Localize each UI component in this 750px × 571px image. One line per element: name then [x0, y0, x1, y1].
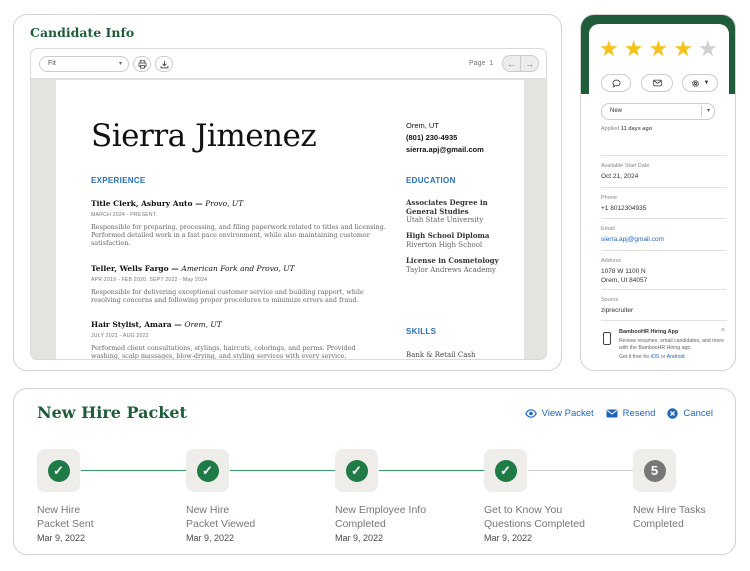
job-entry: Teller, Wells Fargo — American Fork and … — [91, 264, 386, 304]
cancel-button[interactable]: Cancel — [667, 408, 713, 419]
resume-viewer: Fit ▾ Page 1 ← → Sierra Jimenez Orem, UT… — [30, 48, 547, 360]
android-link[interactable]: Android — [667, 354, 685, 360]
chevron-down-icon: ▾ — [118, 61, 122, 67]
view-packet-button[interactable]: View Packet — [524, 408, 594, 419]
resume-name: Sierra Jimenez — [91, 118, 317, 154]
step-packet-viewed: ✓ New Hire Packet Viewed Mar 9, 2022 — [186, 449, 326, 543]
field-email: Email sierra.apj@gmail.com — [601, 218, 727, 245]
step-employee-info: ✓ New Employee Info Completed Mar 9, 2022 — [335, 449, 475, 543]
job-entry: Title Clerk, Asbury Auto — Provo, UT MAR… — [91, 199, 386, 248]
skills-heading: SKILLS — [406, 327, 437, 336]
job-title: Hair Stylist, Amara — Orem, UT — [91, 320, 222, 329]
candidate-info-title: Candidate Info — [30, 25, 135, 40]
job-title: Teller, Wells Fargo — American Fork and … — [91, 264, 295, 273]
job-dates: JULY 2021 - AUG 2022 — [91, 333, 149, 339]
step-new-hire-tasks: 5 New Hire Tasks Completed — [633, 449, 750, 531]
star-filled-icon[interactable]: ★ — [599, 38, 619, 60]
cancel-label: Cancel — [683, 408, 713, 419]
resume-page: Sierra Jimenez Orem, UT (801) 230-4935 s… — [56, 80, 524, 360]
experience-heading: EXPERIENCE — [91, 176, 146, 185]
page-indicator: Page 1 — [469, 60, 494, 67]
step-packet-sent: ✓ New Hire Packet Sent Mar 9, 2022 — [37, 449, 177, 543]
email-link[interactable]: sierra.apj@gmail.com — [601, 236, 727, 245]
comment-icon — [611, 79, 621, 88]
star-empty-icon[interactable]: ★ — [698, 38, 718, 60]
step-get-to-know-you: ✓ Get to Know You Questions Completed Mar… — [484, 449, 624, 543]
resume-location: Orem, UT — [406, 121, 439, 130]
packet-actions: View Packet Resend Cancel — [524, 408, 713, 419]
job-entry: Hair Stylist, Amara — Orem, UT JULY 2021… — [91, 320, 386, 360]
job-dates: MARCH 2024 - PRESENT — [91, 212, 157, 218]
resume-phone: (801) 230-4935 — [406, 133, 458, 142]
view-packet-label: View Packet — [541, 408, 594, 419]
job-description: Responsible for delivering exceptional c… — [91, 288, 364, 305]
field-start-date: Available Start Date Oct 21, 2024 — [601, 155, 727, 182]
close-circle-icon — [667, 408, 679, 419]
applied-ago: Applied 11 days ago — [601, 126, 653, 132]
comment-button[interactable] — [601, 74, 631, 92]
star-rating[interactable]: ★ ★ ★ ★ ★ — [599, 38, 718, 60]
eye-icon — [524, 409, 537, 418]
resume-contact: Orem, UT (801) 230-4935 sierra.apj@gmail… — [406, 120, 484, 156]
settings-menu-button[interactable]: ▼ — [682, 74, 718, 92]
education-entry: High School Diploma Riverton High School — [406, 231, 490, 249]
job-dates: APR 2019 - FEB 2020, SEPT 2022 - May 202… — [91, 277, 208, 283]
mail-icon — [652, 79, 662, 87]
gear-icon — [691, 79, 699, 87]
job-title: Title Clerk, Asbury Auto — Provo, UT — [91, 199, 244, 208]
prev-page-icon[interactable]: ← — [503, 56, 521, 71]
step-number-badge: 5 — [643, 459, 666, 482]
chevron-down-icon: ▼ — [703, 80, 710, 86]
print-button[interactable] — [133, 56, 151, 72]
star-filled-icon[interactable]: ★ — [624, 38, 644, 60]
star-filled-icon[interactable]: ★ — [648, 38, 668, 60]
close-icon[interactable]: × — [721, 327, 725, 334]
resume-email: sierra.apj@gmail.com — [406, 145, 484, 154]
education-heading: EDUCATION — [406, 176, 456, 185]
download-button[interactable] — [155, 56, 173, 72]
new-hire-packet-card: New Hire Packet View Packet Resend Cance… — [13, 388, 736, 555]
hiring-app-promo: BambooHR Hiring App Review resumes, emai… — [601, 320, 727, 360]
resend-button[interactable]: Resend — [606, 408, 656, 419]
zoom-value: Fit — [48, 60, 56, 67]
print-icon — [137, 59, 147, 69]
job-description: Performed client consultations, stylings… — [91, 344, 356, 360]
star-filled-icon[interactable]: ★ — [673, 38, 693, 60]
status-select[interactable]: New ▾ — [601, 103, 715, 120]
skill-item: Bank & Retail Cash — [406, 351, 476, 359]
check-icon: ✓ — [494, 459, 517, 482]
check-icon: ✓ — [345, 459, 368, 482]
new-hire-packet-title: New Hire Packet — [37, 403, 187, 422]
resend-label: Resend — [622, 408, 656, 419]
chevron-down-icon: ▾ — [706, 108, 710, 114]
rating-box: ★ ★ ★ ★ ★ ▼ — [589, 24, 729, 104]
next-page-icon[interactable]: → — [521, 56, 538, 71]
mail-icon — [606, 409, 618, 418]
email-button[interactable] — [641, 74, 673, 92]
check-icon: ✓ — [47, 459, 70, 482]
page-nav: ← → — [502, 55, 539, 72]
status-value: New — [610, 108, 623, 114]
zoom-select[interactable]: Fit ▾ — [39, 56, 129, 72]
education-entry: Associates Degree in General Studies Uta… — [406, 198, 488, 224]
field-phone: Phone +1 8012304935 — [601, 187, 727, 214]
download-icon — [160, 60, 168, 68]
viewer-toolbar: Fit ▾ Page 1 ← → — [31, 49, 546, 79]
field-address: Address 1078 W 1100 N Orem, Ut 84057 — [601, 250, 727, 285]
candidate-info-card: Candidate Info Fit ▾ Page 1 ← → Sierra J… — [13, 14, 562, 371]
education-entry: License in Cosmetology Taylor Andrews Ac… — [406, 256, 499, 274]
candidate-side-panel: ★ ★ ★ ★ ★ ▼ New ▾ Applied 11 days ago Availa… — [580, 14, 736, 371]
ios-link[interactable]: iOS — [651, 354, 660, 360]
job-description: Responsible for preparing, processing, a… — [91, 223, 386, 248]
check-icon: ✓ — [196, 459, 219, 482]
phone-icon — [603, 332, 611, 345]
field-source: Source ziprecruiter — [601, 289, 727, 316]
